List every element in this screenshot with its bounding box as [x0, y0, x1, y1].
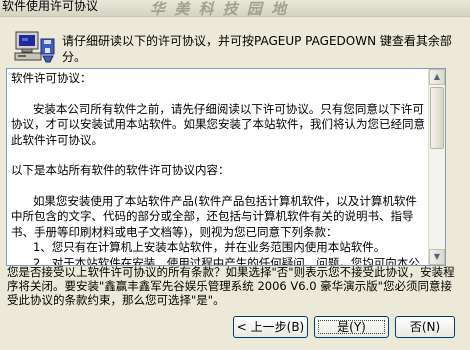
license-paragraph: 软件许可协议：	[11, 71, 92, 85]
license-paragraph: 安装本公司所有软件之前，请先仔细阅读以下许可协议。只有您同意以下许可协议，才可以…	[11, 101, 425, 147]
license-spacer	[11, 148, 425, 163]
license-spacer	[11, 179, 425, 194]
vertical-scrollbar[interactable]: ▲ ▼	[428, 69, 445, 265]
license-paragraph: 以下是本站所有软件的软件许可协议内容：	[11, 163, 230, 177]
yes-button[interactable]: 是(Y)	[314, 316, 389, 338]
arrow-up-icon: ▲	[433, 72, 441, 81]
scroll-up-button[interactable]: ▲	[429, 69, 445, 85]
license-text-area[interactable]: 软件许可协议： 安装本公司所有软件之前，请先仔细阅读以下许可协议。只有您同意以下…	[6, 68, 446, 266]
license-text: 软件许可协议： 安装本公司所有软件之前，请先仔细阅读以下许可协议。只有您同意以下…	[11, 71, 425, 265]
computer-setup-icon	[14, 31, 55, 63]
license-dialog: 软件使用许可协议 华 美 科 技 园 地 请仔细研读以下的许可协议，并可按PAG…	[0, 0, 470, 350]
no-button[interactable]: 否(N)	[395, 316, 455, 338]
window-title: 软件使用许可协议	[2, 0, 99, 13]
instruction-text: 请仔细研读以下的许可协议，并可按PAGEUP PAGEDOWN 键查看其余部分。	[62, 34, 452, 64]
scroll-down-button[interactable]: ▼	[429, 249, 445, 265]
license-paragraph: 1、您只有在计算机上安装本站软件，并在业务范围内使用本站软件。	[11, 240, 386, 254]
arrow-down-icon: ▼	[433, 252, 441, 261]
license-paragraph: 如果您安装使用了本站软件产品(软件产品包括计算机软件，以及计算机软件中所包含的文…	[11, 193, 417, 239]
scroll-thumb[interactable]	[430, 87, 444, 149]
license-spacer	[11, 87, 425, 102]
title-watermark: 华 美 科 技 园 地	[150, 0, 289, 18]
back-button[interactable]: < 上一步(B)	[233, 316, 308, 338]
title-bar[interactable]: 软件使用许可协议 华 美 科 技 园 地	[0, 0, 470, 18]
accept-prompt: 您是否接受以上软件许可协议的所有条款？如果选择"否"则表示您不接受此协议，安装程…	[7, 265, 455, 307]
